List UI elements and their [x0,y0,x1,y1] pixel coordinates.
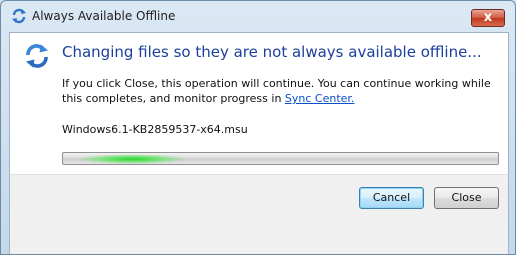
content-panel: Changing files so they are not always av… [9,32,509,174]
dialog-window: Always Available Offline x Changing file… [0,0,516,255]
sync-icon [26,44,48,68]
progress-marquee [77,153,187,164]
close-icon: x [483,10,493,25]
sync-center-link[interactable]: Sync Center. [285,92,355,105]
title-bar[interactable]: Always Available Offline x [1,1,515,32]
close-window-button[interactable]: x [471,9,505,27]
cancel-button[interactable]: Cancel [359,187,424,209]
sync-icon [12,8,26,24]
dialog-description: If you click Close, this operation will … [62,76,502,106]
window-title: Always Available Offline [32,9,176,23]
current-file-label: Windows6.1-KB2859537-x64.msu [62,123,248,136]
description-text: If you click Close, this operation will … [62,77,491,105]
button-bar: Cancel Close [9,174,509,254]
close-button[interactable]: Close [434,187,499,209]
dialog-heading: Changing files so they are not always av… [62,43,482,61]
progress-bar [62,152,499,165]
